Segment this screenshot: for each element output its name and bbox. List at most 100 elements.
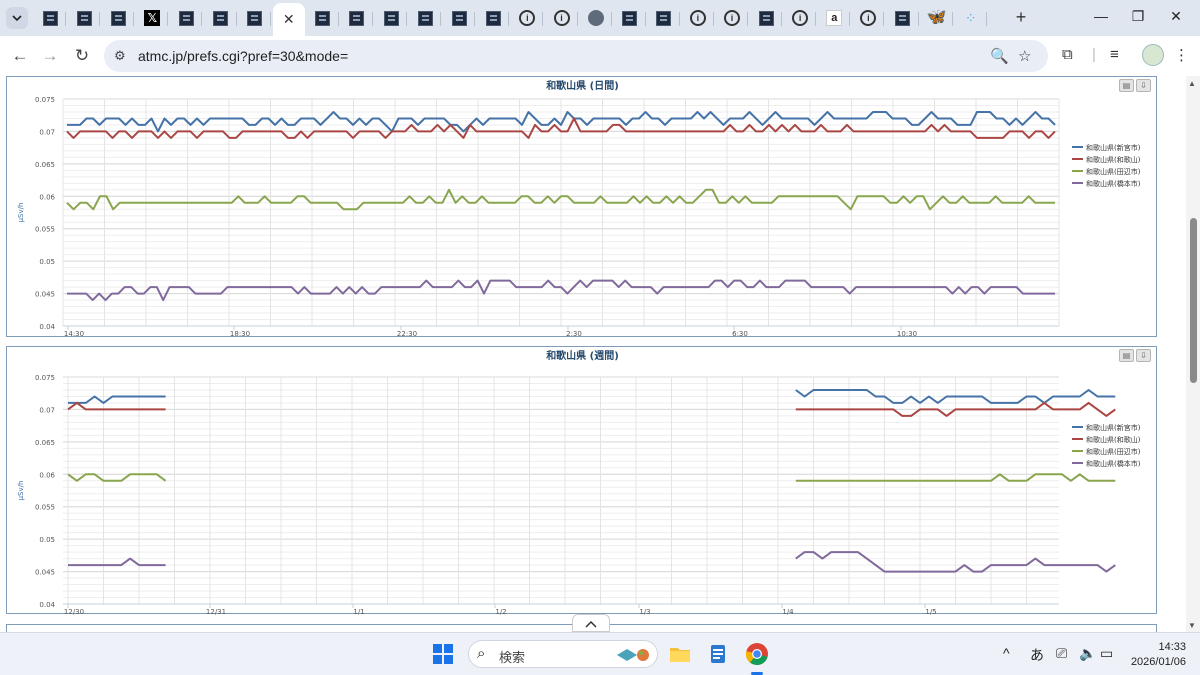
tab[interactable] (648, 4, 680, 32)
tab[interactable]: 🦋 (921, 4, 953, 32)
legend-item: 和歌山県(和歌山) (1086, 155, 1141, 164)
minimize-button[interactable]: — (1091, 8, 1111, 24)
legend-item: 和歌山県(新宮市) (1086, 143, 1141, 152)
info-icon: i (724, 10, 740, 26)
back-button[interactable]: ← (10, 46, 30, 66)
tab[interactable]: a (818, 4, 851, 32)
tab[interactable] (170, 4, 203, 32)
tab[interactable] (614, 4, 646, 32)
scroll-down-arrow-icon[interactable]: ▼ (1188, 621, 1196, 630)
tab[interactable]: 𝕏 (136, 4, 169, 32)
tab-active[interactable]: ✕ (272, 3, 305, 36)
y-tick-label: 0.045 (35, 569, 55, 577)
extensions-icon[interactable]: ⧉ (1062, 46, 1073, 63)
y-tick-label: 0.055 (35, 504, 55, 512)
y-tick-label: 0.075 (35, 374, 55, 382)
globe-icon (587, 10, 604, 26)
x-tick-label: 12/30 (64, 608, 84, 615)
x-tick-label: 6:30 (732, 330, 748, 338)
sparkle-icon: ⁘ (964, 9, 977, 26)
menu-kebab-icon[interactable]: ⋮ (1174, 46, 1189, 64)
y-tick-label: 0.05 (39, 536, 55, 544)
legend-item: 和歌山県(田辺市) (1086, 447, 1141, 456)
battery-icon[interactable]: ▭ (1100, 645, 1113, 662)
close-window-button[interactable]: ✕ (1166, 8, 1186, 25)
atmc-icon (485, 10, 501, 26)
scroll-thumb[interactable] (1190, 218, 1197, 383)
search-icon: ⌕ (477, 645, 486, 662)
atmc-icon (656, 10, 672, 26)
file-explorer-icon[interactable] (668, 642, 692, 666)
new-tab-button[interactable]: + (1011, 8, 1031, 28)
site-info-icon[interactable]: ⚙ (114, 48, 130, 64)
url-text[interactable]: atmc.jp/prefs.cgi?pref=30&mode= (138, 48, 348, 64)
series-line (67, 473, 167, 482)
close-icon[interactable]: ✕ (283, 11, 295, 28)
tab-search-button[interactable] (6, 7, 28, 29)
browser-toolbar: ← → ↻ ⚙ atmc.jp/prefs.cgi?pref=30&mode= … (0, 36, 1200, 76)
tab[interactable]: i (716, 4, 748, 32)
x-tick-label: 2:30 (566, 330, 582, 338)
bookmark-star-icon[interactable]: ☆ (1018, 47, 1031, 65)
tab[interactable] (477, 4, 510, 32)
tab[interactable]: i (682, 4, 714, 32)
volume-icon[interactable]: 🔈 (1079, 645, 1096, 662)
atmc-icon (42, 10, 58, 26)
system-clock[interactable]: 14:33 2026/01/06 (1124, 640, 1186, 670)
address-bar[interactable]: ⚙ atmc.jp/prefs.cgi?pref=30&mode= 🔍 ☆ (104, 40, 1048, 72)
chrome-icon[interactable] (745, 642, 769, 666)
bottom-expand-button[interactable] (572, 614, 610, 632)
y-tick-label: 0.055 (35, 226, 55, 234)
zoom-icon[interactable]: 🔍 (990, 47, 1009, 65)
notepad-icon[interactable] (706, 642, 730, 666)
y-tick-label: 0.06 (39, 193, 55, 201)
tab[interactable] (239, 4, 271, 32)
tab[interactable] (887, 4, 919, 32)
restore-button[interactable]: ❐ (1128, 8, 1148, 25)
tab[interactable] (34, 4, 66, 32)
tab[interactable]: ⁘ (955, 4, 987, 32)
y-tick-label: 0.075 (35, 96, 55, 104)
tab-strip: 𝕏 ✕ i i i i i a i 🦋 ⁘ + — ❐ ✕ (0, 0, 1200, 36)
tab[interactable]: i (784, 4, 817, 32)
tab[interactable] (102, 4, 135, 32)
search-label: 検索 (499, 650, 526, 665)
chart-title: 和歌山県 (日間) (545, 79, 619, 92)
reload-button[interactable]: ↻ (72, 46, 92, 66)
tray-overflow-icon[interactable]: ^ (1003, 645, 1010, 661)
x-tick-label: 1/1 (353, 608, 364, 615)
tab[interactable] (750, 4, 783, 32)
tab[interactable] (375, 4, 407, 32)
tab[interactable] (205, 4, 237, 32)
start-button[interactable] (433, 644, 453, 664)
x-tick-label: 1/5 (925, 608, 936, 615)
info-icon: i (792, 10, 809, 26)
device-icon[interactable]: ⎚ (1056, 645, 1067, 662)
ime-indicator[interactable]: あ (1030, 645, 1044, 665)
forward-button[interactable]: → (40, 46, 60, 66)
x-tick-label: 18:30 (230, 330, 250, 338)
chart-title: 和歌山県 (週間) (545, 349, 619, 362)
tab[interactable] (409, 4, 442, 32)
page-scrollbar[interactable]: ▲ ▼ (1186, 76, 1200, 632)
y-tick-label: 0.045 (35, 291, 55, 299)
tab[interactable] (307, 4, 339, 32)
scroll-up-arrow-icon[interactable]: ▲ (1188, 79, 1196, 88)
legend-item: 和歌山県(橋本市) (1086, 179, 1141, 188)
atmc-icon (383, 10, 399, 26)
taskbar-search[interactable]: ⌕ 検索 (468, 640, 658, 668)
media-control-icon[interactable]: ≡ (1110, 46, 1119, 63)
tab[interactable]: i (511, 4, 544, 32)
tab[interactable]: i (546, 4, 578, 32)
tab[interactable]: i (852, 4, 885, 32)
tab[interactable] (68, 4, 101, 32)
tab[interactable] (341, 4, 373, 32)
tab[interactable] (580, 4, 612, 32)
x-icon: 𝕏 (144, 10, 161, 26)
tab[interactable] (443, 4, 476, 32)
x-tick-label: 12/31 (206, 608, 226, 615)
profile-avatar[interactable] (1142, 44, 1164, 66)
y-axis-label: μSv/h (17, 203, 25, 223)
x-tick-label: 10:30 (897, 330, 917, 338)
y-tick-label: 0.065 (35, 161, 55, 169)
